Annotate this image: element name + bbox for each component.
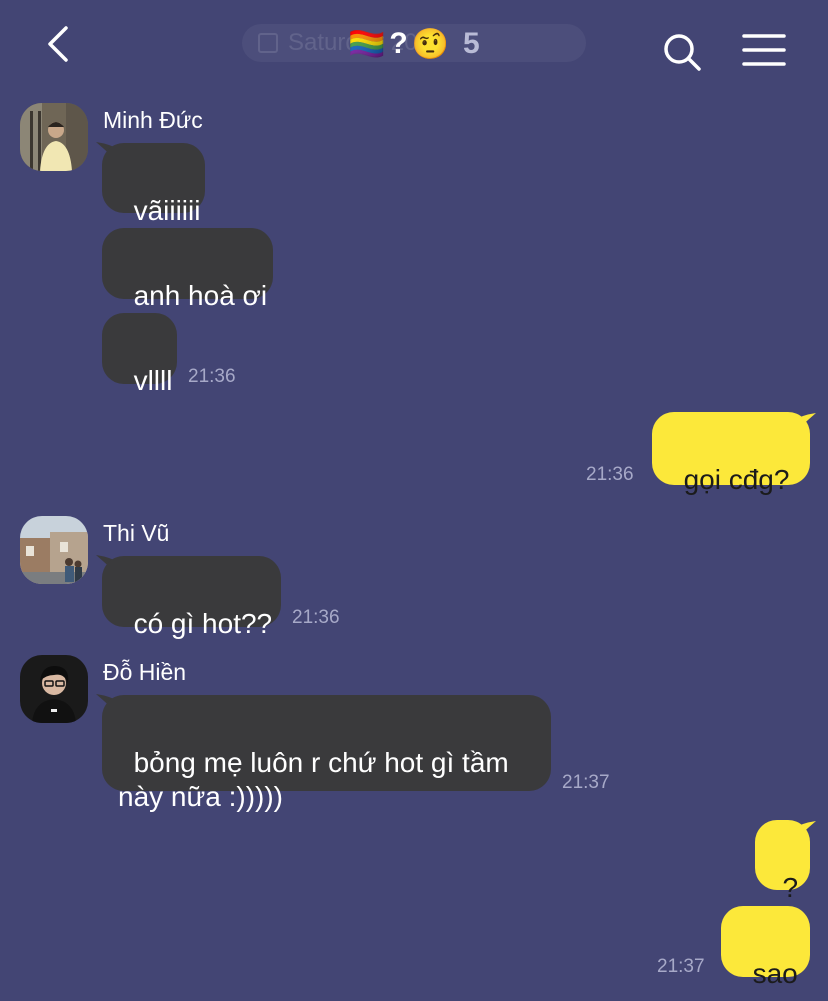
message-bubble[interactable]: có gì hot?? [102,556,281,639]
avatar-thi-vu[interactable] [20,516,88,584]
message-bubble-own[interactable]: sao [721,906,810,989]
message-timestamp: 21:36 [292,607,340,628]
rainbow-flag-emoji: 🏳️‍🌈 [348,27,386,61]
search-icon [664,34,701,71]
message-text: có gì hot?? [133,608,273,639]
message-text: ? [782,872,799,903]
sender-name: Minh Đức [103,107,203,133]
message-text: sao [752,958,798,989]
sender-name: Thi Vũ [103,520,170,546]
menu-icon [742,34,786,66]
message-bubble[interactable]: anh hoà ơi [102,228,273,311]
menu-button[interactable] [740,30,788,70]
calendar-icon [258,33,278,53]
message-text: bỏng mẹ luôn r chứ hot gì tầm này nữa :)… [118,747,509,812]
raised-eyebrow-emoji: 🤨 [411,27,450,61]
back-icon [48,26,68,62]
message-timestamp: 21:37 [657,956,705,977]
title-question: ? [389,27,408,60]
message-bubble[interactable]: vãiiiiii [102,143,205,226]
message-text: gọi cđg? [683,464,790,495]
message-text: vãiiiiii [133,195,201,226]
back-button[interactable] [40,22,80,66]
bubble-tail [792,413,816,435]
avatar-do-hien[interactable] [20,655,88,723]
message-timestamp: 21:37 [562,772,610,793]
bubble-tail [792,821,816,843]
message-text: vllll [133,365,173,396]
avatar-minh-duc[interactable] [20,103,88,171]
member-count: 5 [463,27,480,60]
message-bubble[interactable]: bỏng mẹ luôn r chứ hot gì tầm này nữa :)… [102,695,551,812]
message-bubble[interactable]: vllll [102,313,177,396]
message-timestamp: 21:36 [188,366,236,387]
sender-name: Đỗ Hiền [103,659,187,685]
message-bubble-own[interactable]: gọi cđg? [652,412,810,495]
search-button[interactable] [660,30,704,74]
message-text: anh hoà ơi [133,280,268,311]
message-timestamp: 21:36 [586,464,634,485]
chat-title[interactable]: 🏳️‍🌈 ? 🤨 5 [348,24,480,64]
